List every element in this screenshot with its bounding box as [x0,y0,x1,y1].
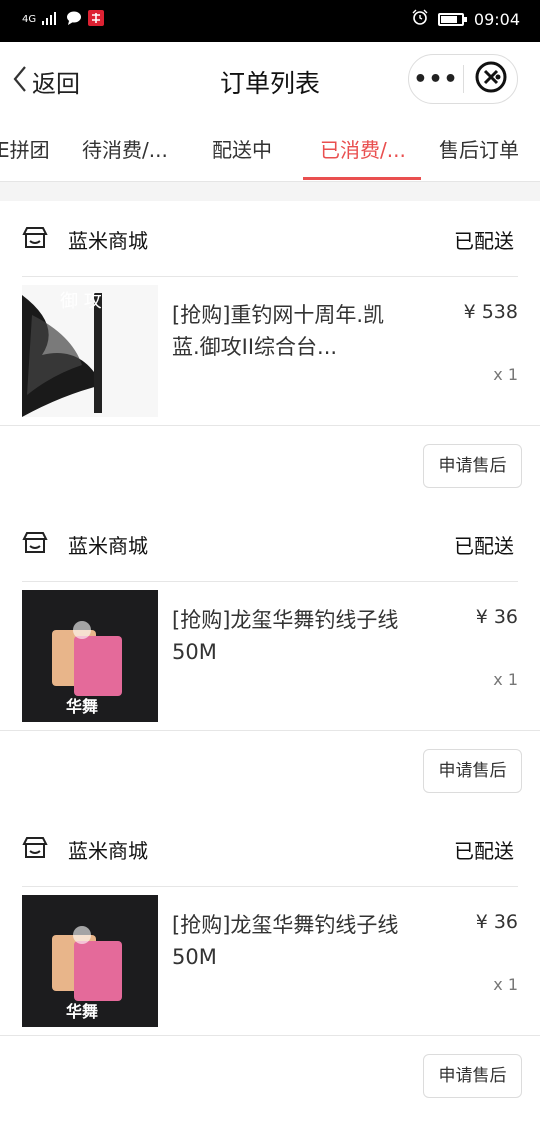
shop-name[interactable]: 蓝米商城 [68,530,148,559]
close-icon [474,60,508,98]
network-type: 4G [22,14,37,25]
product-image-text: 华舞 [66,1002,98,1021]
apply-after-sales-button[interactable]: 申请售后 [423,444,522,488]
clock: 09:04 [473,9,520,29]
app-notification-icon [88,10,105,29]
order-tabs: E拼团 待消费/... 配送中 已消费/... 售后订单 [0,118,540,182]
product-quantity: x 1 [493,975,518,994]
order-status: 已配送 [454,229,514,253]
tab-after-sales[interactable]: 售后订单 [439,134,519,163]
message-icon [66,11,82,28]
order-header: 蓝米商城 已配送 [22,201,518,277]
order-header: 蓝米商城 已配送 [22,506,518,582]
order-card: 蓝米商城 已配送 华舞 [抢购]龙玺华舞钓线子线50M ¥ 36 x 1 申请售… [0,811,540,1122]
product-quantity: x 1 [493,670,518,689]
apply-after-sales-button[interactable]: 申请售后 [423,749,522,793]
product-price: ¥ 36 [475,911,518,933]
shop-name[interactable]: 蓝米商城 [68,225,148,254]
tab-consumed[interactable]: 已消费/... [320,134,406,163]
status-bar: 4G 09:04 [0,0,540,42]
product-image[interactable]: 华舞 [22,590,158,722]
shop-icon [22,835,48,865]
close-button[interactable] [464,60,517,98]
order-status: 已配送 [454,839,514,863]
product-price: ¥ 538 [463,301,518,323]
tab-delivering[interactable]: 配送中 [212,134,272,163]
product-name[interactable]: [抢购]重钓网十周年.凯蓝.御攻II综合台... [172,299,408,363]
battery-icon [437,12,467,26]
order-card: 蓝米商城 已配送 华舞 [抢购]龙玺华舞钓线子线50M ¥ 36 x 1 申请售… [0,506,540,812]
product-image-text: 华舞 [66,697,98,716]
shop-icon [22,225,48,255]
product-name[interactable]: [抢购]龙玺华舞钓线子线50M [172,909,408,973]
tab-pending-consumption[interactable]: 待消费/... [82,134,168,163]
more-button[interactable]: ••• [409,67,463,92]
apply-after-sales-button[interactable]: 申请售后 [423,1054,522,1098]
mini-program-capsule: ••• [408,54,518,104]
product-quantity: x 1 [493,365,518,384]
shop-name[interactable]: 蓝米商城 [68,835,148,864]
product-image[interactable]: 御 攻 [22,285,158,417]
order-status: 已配送 [454,534,514,558]
product-image-text: 御 攻 [60,291,102,312]
navigation-bar: 返回 订单列表 ••• [0,42,540,118]
product-name[interactable]: [抢购]龙玺华舞钓线子线50M [172,604,408,668]
alarm-icon [412,9,428,29]
order-header: 蓝米商城 已配送 [22,811,518,887]
tab-group-buy[interactable]: E拼团 [0,134,50,163]
order-card: 蓝米商城 已配送 御 攻 [抢购]重钓网十周年.凯蓝.御攻II综合台... ¥ … [0,201,540,507]
product-price: ¥ 36 [475,606,518,628]
active-tab-indicator [303,177,421,180]
product-image[interactable]: 华舞 [22,895,158,1027]
shop-icon [22,530,48,560]
signal-icon [42,11,60,28]
